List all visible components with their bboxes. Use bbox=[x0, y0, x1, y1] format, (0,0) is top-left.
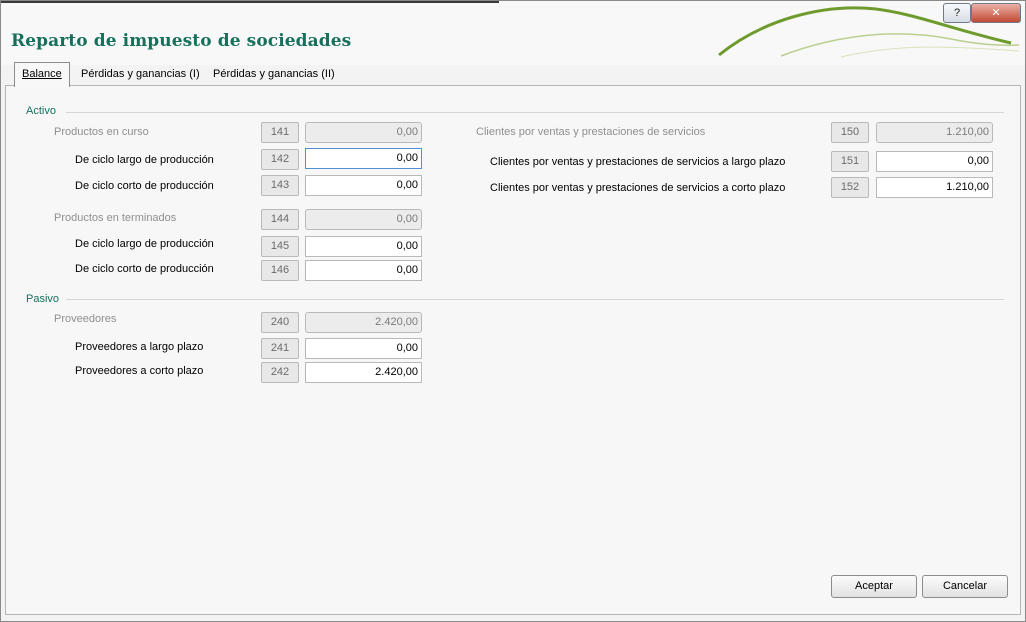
label-prov-largo: Proveedores a largo plazo bbox=[75, 341, 204, 353]
label-prov-corto: Proveedores a corto plazo bbox=[75, 365, 204, 377]
code-240: 240 bbox=[261, 312, 299, 333]
field-152[interactable]: 1.210,00 bbox=[876, 177, 993, 198]
code-143: 143 bbox=[261, 175, 299, 196]
label-proveedores: Proveedores bbox=[54, 313, 117, 325]
label-term-corto: De ciclo corto de producción bbox=[75, 263, 214, 275]
code-242: 242 bbox=[261, 362, 299, 383]
label-clientes-corto: Clientes por ventas y prestaciones de se… bbox=[490, 182, 786, 194]
field-146[interactable]: 0,00 bbox=[305, 260, 422, 281]
field-241[interactable]: 0,00 bbox=[305, 338, 422, 359]
tab-balance[interactable]: Balance bbox=[14, 62, 70, 87]
code-142: 142 bbox=[261, 149, 299, 170]
tab-perdidas-ganancias-ii[interactable]: Pérdidas y ganancias (II) bbox=[206, 64, 342, 84]
label-productos-curso: Productos en curso bbox=[54, 126, 149, 138]
code-150: 150 bbox=[831, 122, 869, 143]
code-141: 141 bbox=[261, 122, 299, 143]
page-title: Reparto de impuesto de sociedades bbox=[11, 31, 352, 51]
section-divider bbox=[66, 112, 1004, 113]
code-144: 144 bbox=[261, 209, 299, 230]
code-146: 146 bbox=[261, 260, 299, 281]
section-divider bbox=[66, 299, 1004, 300]
code-241: 241 bbox=[261, 338, 299, 359]
field-144: 0,00 bbox=[305, 209, 422, 230]
label-productos-terminados: Productos en terminados bbox=[54, 212, 177, 224]
field-240: 2.420,00 bbox=[305, 312, 422, 333]
label-curso-corto: De ciclo corto de producción bbox=[75, 180, 214, 192]
field-142[interactable]: 0,00 bbox=[305, 148, 422, 169]
field-242[interactable]: 2.420,00 bbox=[305, 362, 422, 383]
section-title-activo: Activo bbox=[26, 105, 56, 117]
accept-button[interactable]: Aceptar bbox=[831, 575, 917, 598]
label-curso-largo: De ciclo largo de producción bbox=[75, 154, 214, 166]
section-title-pasivo: Pasivo bbox=[26, 293, 60, 305]
help-button[interactable]: ? bbox=[943, 3, 971, 23]
tab-label-balance: Balance bbox=[22, 68, 62, 80]
field-150: 1.210,00 bbox=[876, 122, 993, 143]
field-141: 0,00 bbox=[305, 122, 422, 143]
label-clientes-largo: Clientes por ventas y prestaciones de se… bbox=[490, 156, 786, 168]
tab-label-pg-ii: Pérdidas y ganancias (II) bbox=[213, 68, 335, 80]
cancel-button[interactable]: Cancelar bbox=[922, 575, 1008, 598]
code-151: 151 bbox=[831, 151, 869, 172]
field-143[interactable]: 0,00 bbox=[305, 175, 422, 196]
dialog-window: ? ✕ Reparto de impuesto de sociedades Ac… bbox=[0, 0, 1026, 622]
tab-panel-balance: Activo Productos en curso 141 0,00 De ci… bbox=[5, 85, 1021, 615]
field-151[interactable]: 0,00 bbox=[876, 151, 993, 172]
code-152: 152 bbox=[831, 177, 869, 198]
close-button[interactable]: ✕ bbox=[971, 3, 1021, 23]
field-145[interactable]: 0,00 bbox=[305, 236, 422, 257]
tab-label-pg-i: Pérdidas y ganancias (I) bbox=[81, 68, 200, 80]
code-145: 145 bbox=[261, 236, 299, 257]
label-clientes: Clientes por ventas y prestaciones de se… bbox=[476, 126, 706, 138]
label-term-largo: De ciclo largo de producción bbox=[75, 238, 214, 250]
tab-perdidas-ganancias-i[interactable]: Pérdidas y ganancias (I) bbox=[74, 64, 207, 84]
title-bar-strip bbox=[1, 1, 499, 3]
